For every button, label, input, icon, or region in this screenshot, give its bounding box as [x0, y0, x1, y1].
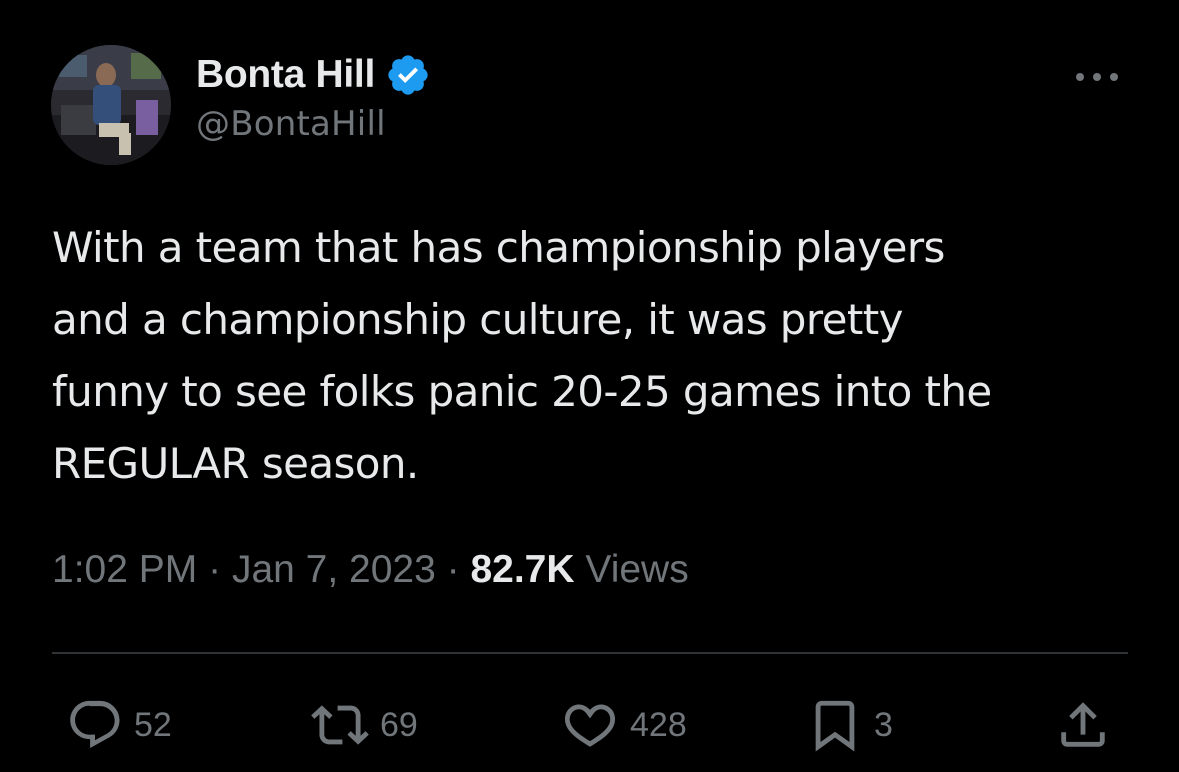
views-label: Views — [585, 548, 689, 591]
retweet-count: 69 — [380, 705, 418, 744]
bookmark-icon — [815, 700, 855, 752]
reply-button[interactable]: 52 — [66, 695, 172, 755]
author-block: Bonta Hill @BontaHill — [196, 50, 431, 144]
name-row: Bonta Hill — [196, 50, 431, 100]
tweet-card: Bonta Hill @BontaHill With a team that h… — [0, 0, 1179, 772]
tweet-text: With a team that has championship player… — [52, 223, 992, 488]
verified-badge-icon — [388, 55, 428, 95]
reply-icon — [70, 700, 120, 749]
more-options-button[interactable] — [1072, 62, 1122, 92]
heart-icon — [564, 704, 616, 747]
user-handle[interactable]: @BontaHill — [196, 104, 431, 144]
reply-count: 52 — [134, 705, 172, 744]
like-button[interactable]: 428 — [560, 695, 687, 755]
more-options-icon — [1076, 73, 1118, 81]
retweet-icon — [311, 705, 369, 745]
divider — [52, 652, 1128, 654]
avatar-image — [51, 45, 171, 165]
bookmark-count: 3 — [874, 705, 893, 744]
display-name[interactable]: Bonta Hill — [196, 53, 375, 97]
share-button[interactable] — [1054, 695, 1112, 755]
retweet-button[interactable]: 69 — [310, 695, 418, 755]
like-count: 428 — [630, 705, 687, 744]
avatar[interactable] — [51, 45, 171, 165]
tweet-time[interactable]: 1:02 PM — [52, 548, 197, 591]
views-count: 82.7K — [470, 548, 575, 591]
tweet-date[interactable]: Jan 7, 2023 — [232, 548, 436, 591]
tweet-meta: 1:02 PM · Jan 7, 2023 · 82.7K Views — [52, 548, 689, 592]
meta-separator: · — [208, 548, 222, 591]
share-icon — [1061, 702, 1105, 747]
bookmark-button[interactable]: 3 — [806, 695, 893, 755]
meta-separator: · — [446, 548, 460, 591]
